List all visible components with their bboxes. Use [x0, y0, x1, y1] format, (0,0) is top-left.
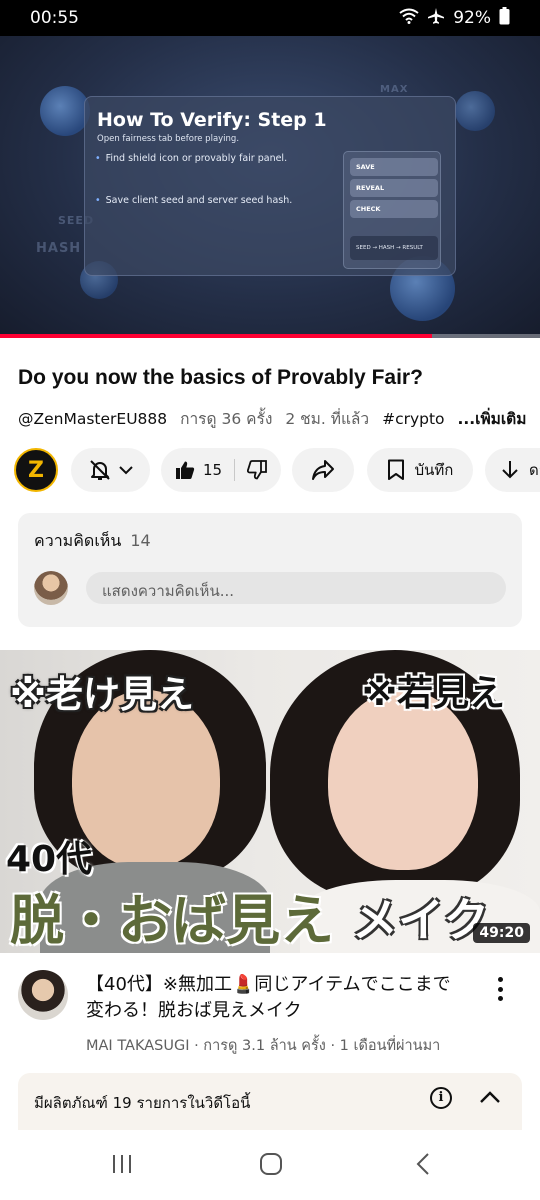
meta-separator: · — [194, 1038, 199, 1054]
thumbnail-text: 脱・おば見え — [10, 889, 334, 952]
products-panel[interactable]: มีผลิตภัณฑ์ 19 รายการในวิดีโอนี้ i — [18, 1073, 522, 1130]
save-label: บันทึก — [414, 461, 454, 479]
thumbnail-text: メイク — [352, 893, 490, 947]
next-view-count: การดู 3.1 ล้าน ครั้ง — [203, 1038, 326, 1054]
thumbnail-text: ※若見え — [362, 673, 505, 714]
wifi-icon — [399, 8, 419, 29]
slide-bullet: Find shield icon or provably fair panel. — [95, 153, 287, 164]
save-button[interactable]: บันทึก — [367, 448, 473, 492]
bookmark-icon — [387, 459, 405, 481]
like-button[interactable]: 15 — [175, 460, 222, 480]
battery-percentage: 92% — [453, 8, 491, 28]
comments-label: ความคิดเห็น — [34, 531, 122, 550]
user-avatar — [34, 571, 68, 605]
download-label: ดา — [529, 461, 540, 479]
home-icon[interactable] — [259, 1152, 283, 1180]
thumbnail-text: ※老け見え — [10, 673, 194, 716]
meta-separator: · — [330, 1038, 336, 1054]
upload-age: 2 ชม. ที่แล้ว — [285, 410, 370, 428]
video-meta[interactable]: @ZenMasterEU888 การดู 36 ครั้ง 2 ชม. ที่… — [18, 406, 534, 431]
thumbnail-text: 40代 — [6, 839, 93, 880]
more-link[interactable]: ...เพิ่มเติม — [457, 410, 526, 428]
download-icon — [501, 460, 519, 480]
like-divider — [234, 459, 236, 481]
thumbs-up-icon — [175, 460, 195, 480]
bell-off-icon — [88, 458, 112, 482]
hashtag-link[interactable]: #crypto — [382, 410, 444, 428]
system-navigation-bar — [0, 1130, 540, 1200]
presentation-slide: How To Verify: Step 1 Open fairness tab … — [84, 96, 456, 276]
comments-section[interactable]: ความคิดเห็น 14 แสดงความคิดเห็น... — [18, 513, 522, 627]
background-word: MAX — [380, 84, 409, 95]
action-bar: Z 15 บันทึก ด — [14, 446, 540, 494]
airplane-mode-icon — [427, 7, 445, 30]
comments-count: 14 — [130, 531, 151, 550]
channel-avatar-letter: Z — [28, 457, 44, 483]
next-video-thumbnail[interactable]: ※老け見え ※若見え 40代 脱・おば見え メイク 49:20 — [0, 650, 540, 953]
slide-subtitle: Open fairness tab before playing. — [97, 134, 240, 144]
slide-bullet: Save client seed and server seed hash. — [95, 195, 293, 206]
share-button[interactable] — [292, 448, 354, 492]
next-channel-name[interactable]: MAI TAKASUGI — [86, 1038, 189, 1054]
slide-panel: SAVE REVEAL CHECK SEED → HASH → RESULT — [343, 151, 441, 269]
background-orb — [40, 86, 90, 136]
battery-icon — [499, 6, 510, 30]
video-player[interactable]: HASH SEED MAX How To Verify: Step 1 Open… — [0, 36, 540, 338]
like-dislike-group: 15 — [161, 448, 281, 492]
status-time: 00:55 — [30, 8, 79, 28]
download-button[interactable]: ดา — [485, 448, 540, 492]
chevron-down-icon — [118, 462, 134, 478]
slide-panel-button: SAVE — [350, 158, 438, 176]
video-duration: 49:20 — [473, 923, 530, 943]
chevron-up-icon[interactable] — [478, 1087, 502, 1113]
video-title[interactable]: Do you now the basics of Provably Fair? — [18, 366, 528, 390]
background-orb — [455, 91, 495, 131]
thumbnail-face — [328, 690, 478, 870]
view-count: การดู 36 ครั้ง — [180, 410, 273, 428]
thumbs-down-icon — [247, 460, 267, 480]
more-options-icon[interactable] — [490, 974, 510, 1004]
comment-input[interactable]: แสดงความคิดเห็น... — [86, 572, 506, 604]
next-channel-avatar[interactable] — [18, 970, 68, 1020]
comments-header: ความคิดเห็น 14 — [34, 529, 151, 554]
slide-flow: SEED → HASH → RESULT — [350, 236, 438, 260]
like-count: 15 — [202, 461, 223, 479]
recent-apps-icon[interactable] — [110, 1152, 134, 1180]
share-icon — [311, 459, 335, 481]
channel-avatar[interactable]: Z — [14, 448, 58, 492]
slide-panel-button: REVEAL — [350, 179, 438, 197]
video-details-sheet: Do you now the basics of Provably Fair? … — [0, 338, 540, 1130]
status-bar: 00:55 92% — [0, 0, 540, 36]
slide-title: How To Verify: Step 1 — [97, 109, 327, 131]
subscribe-bell-button[interactable] — [71, 448, 150, 492]
dislike-button[interactable] — [247, 460, 267, 480]
channel-handle[interactable]: @ZenMasterEU888 — [18, 410, 167, 428]
slide-panel-button: CHECK — [350, 200, 438, 218]
back-icon[interactable] — [412, 1152, 436, 1180]
products-label: มีผลิตภัณฑ์ 19 รายการในวิดีโอนี้ — [34, 1094, 251, 1112]
next-upload-age: 1 เดือนที่ผ่านมา — [339, 1038, 441, 1054]
next-video-title[interactable]: 【40代】※無加工💄同じアイテムでここまで変わる！脱おば見えメイク — [86, 972, 466, 1024]
status-icons: 92% — [399, 6, 510, 30]
info-icon[interactable]: i — [430, 1087, 452, 1109]
background-word: HASH — [36, 241, 82, 256]
next-video-meta: MAI TAKASUGI · การดู 3.1 ล้าน ครั้ง · 1 … — [86, 1034, 440, 1057]
